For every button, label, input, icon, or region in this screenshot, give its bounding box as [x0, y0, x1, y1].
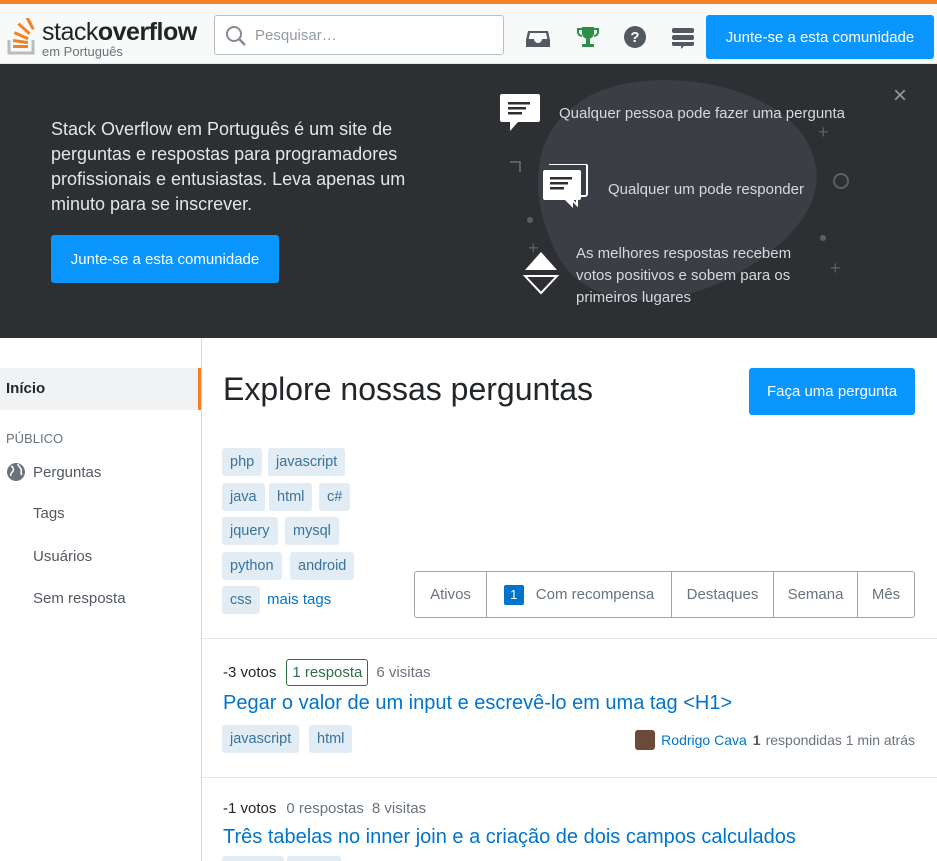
- filter-week[interactable]: Semana: [774, 572, 858, 617]
- sidebar-item-label: Perguntas: [33, 463, 102, 481]
- filter-month[interactable]: Mês: [858, 572, 914, 617]
- answer-count: 1 resposta: [286, 659, 369, 686]
- search-icon: [226, 26, 246, 46]
- user-name-link[interactable]: Rodrigo Cava: [661, 732, 747, 748]
- close-banner-icon[interactable]: ×: [893, 84, 907, 108]
- question-user-info: Rodrigo Cava 1 respondidas 1 min atrás: [635, 730, 915, 750]
- tag-html[interactable]: html: [269, 483, 313, 511]
- filter-hot[interactable]: Destaques: [672, 572, 774, 617]
- vote-count: -1 votos: [223, 800, 277, 817]
- tag-javascript[interactable]: javascript: [268, 448, 346, 476]
- divider: [202, 638, 937, 639]
- question-tag[interactable]: [287, 856, 341, 861]
- filter-label: Com recompensa: [535, 586, 655, 603]
- bounty-count-badge: 1: [503, 584, 524, 605]
- tag-mysql[interactable]: mysql: [285, 517, 339, 545]
- tag-jquery[interactable]: jquery: [222, 517, 278, 545]
- achievements-icon[interactable]: [575, 24, 601, 50]
- view-count: 6 visitas: [376, 664, 431, 681]
- globe-icon: [7, 463, 25, 481]
- banner-description: Stack Overflow em Português é um site de…: [51, 119, 406, 214]
- divider: [202, 777, 937, 778]
- more-tags-link[interactable]: mais tags: [267, 591, 331, 608]
- sidebar-item-users[interactable]: Usuários: [33, 548, 92, 565]
- feature-ask-text: Qualquer pessoa pode fazer uma pergunta: [559, 105, 846, 122]
- logo-subtitle: em Português: [42, 44, 123, 59]
- help-icon[interactable]: ?: [622, 24, 648, 50]
- decorative-circle: [833, 173, 849, 189]
- tag-java[interactable]: java: [222, 483, 265, 511]
- tag-android[interactable]: android: [290, 552, 355, 580]
- search-input[interactable]: [255, 24, 495, 46]
- answer-bubble-icon: [543, 164, 588, 208]
- question-title-link[interactable]: Três tabelas no inner join e a criação d…: [223, 826, 796, 849]
- site-logo[interactable]: stackoverflow em Português: [6, 14, 197, 62]
- sidebar-item-home[interactable]: Início: [0, 368, 201, 410]
- search-box[interactable]: [214, 15, 504, 55]
- tag-css[interactable]: css: [222, 586, 260, 614]
- sidebar-item-unanswered[interactable]: Sem resposta: [33, 590, 126, 607]
- main-content: Explore nossas perguntas Faça uma pergun…: [202, 338, 937, 861]
- ask-bubble-icon: [500, 94, 540, 131]
- site-switcher-icon[interactable]: [670, 24, 696, 50]
- question-tag[interactable]: html: [309, 725, 353, 753]
- ask-question-button[interactable]: Faça uma pergunta: [749, 368, 915, 415]
- community-banner: + + + Stack Overflow em Português é um s…: [0, 64, 937, 338]
- tag-csharp[interactable]: c#: [319, 483, 351, 511]
- banner-join-button[interactable]: Junte-se a esta comunidade: [51, 235, 279, 283]
- decorative-dot: [527, 217, 533, 223]
- question-tag[interactable]: [222, 856, 284, 861]
- decorative-plus: +: [830, 258, 841, 278]
- activity-time: respondidas 1 min atrás: [765, 732, 915, 748]
- feature-vote-text: As melhores respostas recebem votos posi…: [576, 245, 792, 306]
- tag-python[interactable]: python: [222, 552, 282, 580]
- sidebar-section-public: PÚBLICO: [6, 431, 64, 446]
- question-title-link[interactable]: Pegar o valor de um input e escrevê-lo e…: [223, 692, 732, 715]
- question-tag[interactable]: javascript: [222, 725, 300, 753]
- filter-bounty[interactable]: 1 Com recompensa: [487, 572, 672, 617]
- vote-count: -3 votos: [223, 664, 277, 681]
- top-bar: stackoverflow em Português ? Junte-se a …: [0, 0, 937, 64]
- svg-text:?: ?: [630, 29, 639, 46]
- question-stats: -1 votos 0 respostas 8 visitas: [223, 800, 426, 817]
- left-sidebar: Início PÚBLICO Perguntas Tags Usuários S…: [0, 338, 202, 861]
- logo-wordmark: stackoverflow: [42, 18, 197, 46]
- question-filter-tabs: Ativos 1 Com recompensa Destaques Semana…: [414, 571, 915, 618]
- vote-arrows-icon: [522, 252, 560, 295]
- tag-php[interactable]: php: [222, 448, 263, 476]
- stack-logo-icon: [7, 18, 35, 55]
- sidebar-item-questions[interactable]: Perguntas: [6, 462, 101, 482]
- inbox-icon[interactable]: [525, 24, 551, 50]
- decorative-dot: [820, 235, 826, 241]
- feature-answer-text: Qualquer um pode responder: [608, 181, 804, 198]
- user-reputation: 1: [752, 732, 761, 748]
- avatar[interactable]: [635, 730, 656, 750]
- question-stats: -3 votos 1 resposta 6 visitas: [223, 659, 431, 686]
- sidebar-item-tags[interactable]: Tags: [33, 505, 65, 522]
- page-title: Explore nossas perguntas: [223, 371, 593, 407]
- view-count: 8 visitas: [371, 800, 427, 817]
- answer-count: 0 respostas: [286, 800, 364, 817]
- join-community-button[interactable]: Junte-se a esta comunidade: [706, 15, 934, 59]
- filter-active[interactable]: Ativos: [415, 572, 487, 617]
- decorative-plus: +: [818, 122, 829, 142]
- decorative-corner: [510, 161, 521, 172]
